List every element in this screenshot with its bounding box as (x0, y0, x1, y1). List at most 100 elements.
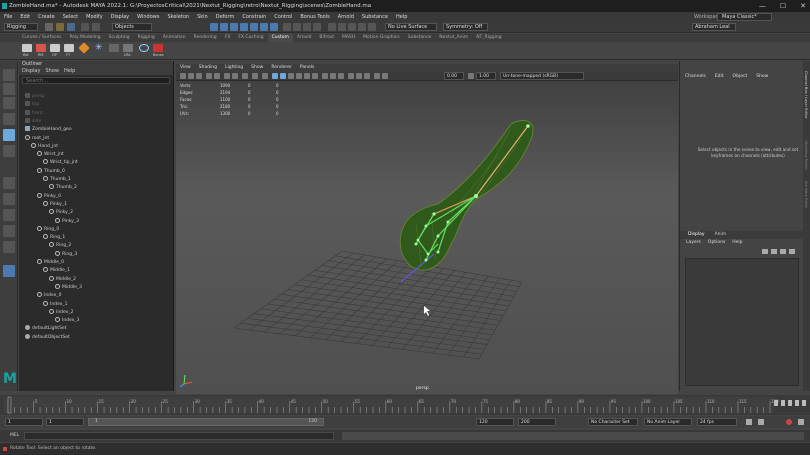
menu-display[interactable]: Display (107, 14, 133, 20)
auto-keyframe-toggle-icon[interactable] (786, 419, 792, 425)
outliner-item[interactable]: defaultObjectSet (25, 333, 70, 342)
outliner-item[interactable]: Thumb_1 (43, 176, 71, 184)
menu-modify[interactable]: Modify (82, 14, 107, 20)
shelf-rot-icon[interactable] (22, 44, 32, 52)
wireframe-icon[interactable] (272, 73, 278, 79)
viewport-menu-show[interactable]: Show (247, 64, 267, 72)
play-back-icon[interactable] (788, 400, 792, 406)
object-menu[interactable]: Object (733, 74, 748, 79)
outliner-item[interactable]: Thumb_0 (37, 167, 65, 176)
shelf-tab-poly[interactable]: Poly Modeling (66, 34, 105, 42)
outliner-item[interactable]: Middle_3 (55, 283, 82, 292)
shelf-tab-animation[interactable]: Animation (159, 34, 190, 42)
outliner-item[interactable]: side (25, 117, 41, 126)
select-by-component-icon[interactable] (230, 23, 238, 31)
user-account-dropdown[interactable]: Abraham Leal (692, 23, 736, 31)
single-view-icon[interactable] (3, 177, 15, 189)
key-icon[interactable] (746, 419, 752, 425)
time-slider-ruler[interactable]: 1510152025303540455055606570758085909510… (0, 395, 810, 415)
menu-substance[interactable]: Substance (358, 14, 392, 20)
step-forward-icon[interactable] (802, 400, 806, 406)
menu-control[interactable]: Control (270, 14, 296, 20)
shelf-circle-control-icon[interactable] (139, 44, 149, 52)
shelf-tab-fx-caching[interactable]: FX Caching (234, 34, 267, 42)
image-plane-icon[interactable] (206, 73, 212, 79)
menu-set-dropdown[interactable]: Rigging (4, 23, 38, 31)
new-layer-icon[interactable] (780, 249, 786, 254)
menu-edit[interactable]: Edit (16, 14, 34, 20)
shelf-ft-icon[interactable] (64, 44, 74, 52)
side-tab-channel-box[interactable]: Channel Box / Layer Editor (804, 71, 808, 119)
side-tab-modeling-toolkit[interactable]: Modeling Toolkit (804, 141, 808, 170)
show-menu[interactable]: Show (756, 74, 768, 79)
select-joints-icon[interactable] (240, 23, 248, 31)
viewport-menu-renderer[interactable]: Renderer (267, 64, 296, 72)
ambient-occlusion-icon[interactable] (338, 73, 344, 79)
menu-help[interactable]: Help (392, 14, 411, 20)
menu-create[interactable]: Create (34, 14, 59, 20)
input-ops-icon[interactable] (328, 23, 336, 31)
snap-grid-icon[interactable] (283, 23, 291, 31)
close-button[interactable]: ✕ (800, 0, 806, 12)
textured-icon[interactable] (296, 73, 302, 79)
menu-bonus-tools[interactable]: Bonus Tools (296, 14, 333, 20)
menu-skeleton[interactable]: Skeleton (163, 14, 193, 20)
options-menu[interactable]: Options (708, 240, 725, 245)
bookmark-icon[interactable] (196, 73, 202, 79)
animation-prefs-icon[interactable] (798, 419, 804, 425)
outliner-item[interactable]: Thumb_2 (49, 184, 77, 192)
shelf-tab-sculpting[interactable]: Sculpting (105, 34, 134, 42)
paint-select-tool-icon[interactable] (3, 97, 15, 109)
outliner-item[interactable]: Pinky_2 (49, 209, 73, 217)
wireframe-on-shaded-icon[interactable] (288, 73, 294, 79)
shelf-tab-nextut-anim[interactable]: Nextut_Anim (435, 34, 472, 42)
menu-arnold[interactable]: Arnold (334, 14, 358, 20)
side-tab-attribute-editor[interactable]: Attribute Editor (804, 181, 808, 209)
move-layer-up-icon[interactable] (762, 249, 768, 254)
ipr-render-icon[interactable] (368, 23, 376, 31)
outliner-item[interactable]: Pinky_3 (55, 217, 79, 226)
grid-toggle-icon[interactable] (214, 73, 220, 79)
shelf-tab-rendering[interactable]: Rendering (190, 34, 221, 42)
use-all-lights-icon[interactable] (304, 73, 310, 79)
outliner-item[interactable]: Hand_jnt (31, 142, 58, 151)
construction-history-icon[interactable] (348, 23, 356, 31)
selection-mode-dropdown[interactable]: Objects (112, 23, 152, 31)
outliner-item[interactable]: ZombieHand_geo (25, 126, 72, 134)
shelf-tab-motion-graphics[interactable]: Motion Graphics (359, 34, 404, 42)
exposure-icon[interactable] (382, 73, 388, 79)
gate-mask-icon[interactable] (242, 73, 248, 79)
playback-end-field[interactable]: 120 (476, 418, 514, 426)
outliner-item[interactable]: defaultLightSet (25, 325, 66, 333)
shelf-tab-nt-rigging[interactable]: NT_Rigging (472, 34, 505, 42)
view-transform-dropdown[interactable]: Un-tone-mapped (sRGB) (500, 72, 584, 80)
shelf-tab-curves[interactable]: Curves / Surfaces (18, 34, 66, 42)
shelf-ik-star-icon[interactable]: ✳ (95, 44, 105, 53)
smooth-shade-icon[interactable] (280, 73, 286, 79)
time-slider[interactable]: 1510152025303540455055606570758085909510… (0, 395, 810, 415)
shelf-op-icon[interactable] (50, 44, 60, 52)
viewport-menu-panels[interactable]: Panels (296, 64, 318, 72)
outliner-item[interactable]: Wrist_jnt (37, 151, 64, 159)
character-set-dropdown[interactable]: No Character Set (588, 418, 638, 426)
outliner-menu-show[interactable]: Show (45, 68, 59, 75)
outliner-item[interactable]: root_jnt (25, 134, 49, 143)
snap-curve-icon[interactable] (293, 23, 301, 31)
shelf-joint-tool-icon[interactable] (78, 42, 90, 54)
live-surface-field[interactable]: No Live Surface (385, 23, 437, 31)
select-surfaces-icon[interactable] (260, 23, 268, 31)
menu-deform[interactable]: Deform (212, 14, 239, 20)
menu-file[interactable]: File (0, 14, 16, 20)
render-icon[interactable] (358, 23, 366, 31)
fps-dropdown[interactable]: 24 fps (697, 418, 737, 426)
viewport-menu-view[interactable]: View (176, 64, 195, 72)
gamma-icon[interactable] (468, 73, 474, 79)
new-scene-icon[interactable] (45, 23, 53, 31)
xray-joints-icon[interactable] (330, 73, 336, 79)
select-by-hierarchy-icon[interactable] (210, 23, 218, 31)
maximize-button[interactable]: ☐ (780, 0, 786, 12)
xray-icon[interactable] (322, 73, 328, 79)
menu-select[interactable]: Select (59, 14, 82, 20)
isolate-select-icon[interactable] (374, 73, 380, 79)
camera-attr-icon[interactable] (188, 73, 194, 79)
